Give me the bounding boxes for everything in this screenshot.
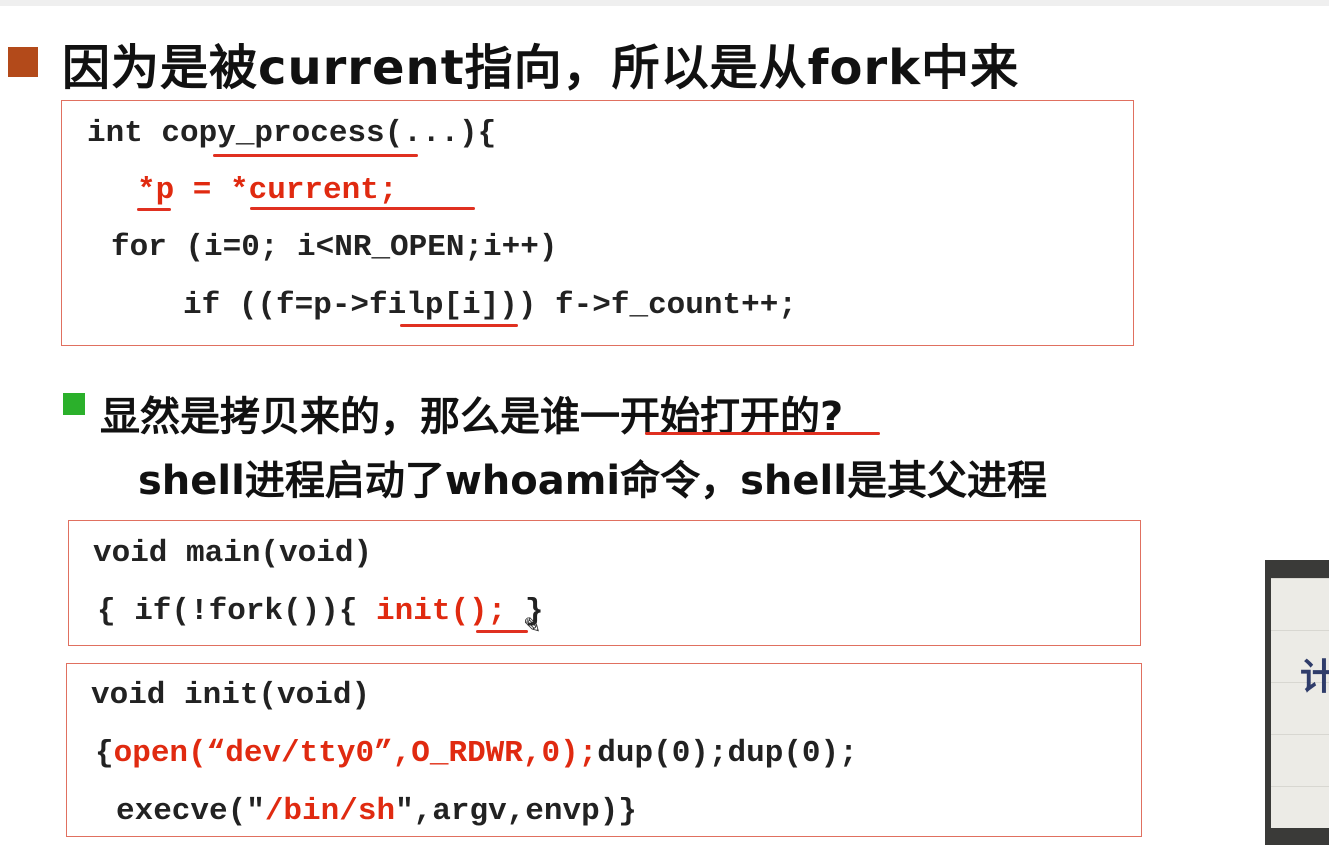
code-line: {open(“dev/tty0”,O_RDWR,0);dup(0);dup(0)… [95,736,858,771]
sub-bullet-icon [63,393,85,415]
sub-point-answer: shell进程启动了whoami命令，shell是其父进程 [138,458,1047,504]
whiteboard [1271,578,1329,828]
annotation-underline [476,630,528,633]
code-line: void main(void) [93,536,373,571]
lecture-photo [1265,560,1329,845]
main-bullet-icon [8,47,38,77]
code-line: int copy_process(...){ [87,116,497,151]
annotation-underline [400,324,518,327]
code-line: if ((f=p->filp[i])) f->f_count++; [183,288,797,323]
annotation-underline [645,432,880,435]
top-bar [0,0,1329,6]
annotation-underline [137,208,171,211]
slide-heading: 因为是被current指向，所以是从fork中来 [62,40,1020,96]
annotation-underline [250,207,475,210]
code-line: void init(void) [91,678,371,713]
annotation-underline [213,154,418,157]
pen-cursor-icon: ✎ [523,614,542,639]
code-line: for (i=0; i<NR_OPEN;i++) [111,230,558,265]
code-line-highlight: *p = *current; [137,173,398,208]
code-line: { if(!fork()){ init(); } [97,594,544,629]
code-line: execve("/bin/sh",argv,envp)} [116,794,637,829]
photo-text: 计 [1300,657,1329,698]
